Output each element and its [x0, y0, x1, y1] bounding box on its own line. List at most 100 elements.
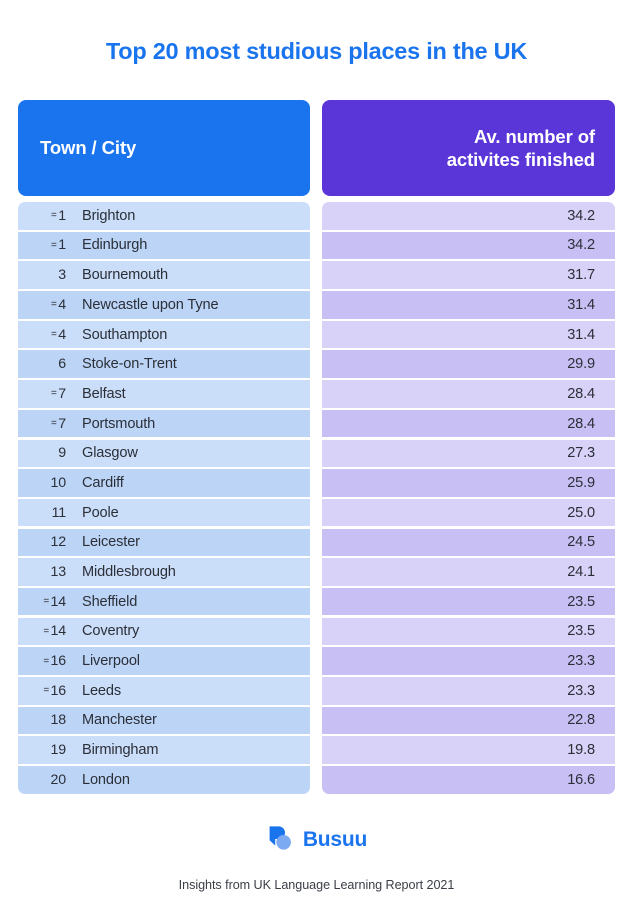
tie-marker: =	[51, 329, 57, 340]
row-town-name: London	[82, 771, 130, 788]
row-value: 25.0	[567, 504, 595, 521]
table-row: = 1 Brighton	[18, 202, 310, 230]
rank-number: 12	[50, 534, 67, 551]
row-town-name: Cardiff	[82, 474, 124, 491]
row-town-name: Leicester	[82, 534, 140, 551]
page-title: Top 20 most studious places in the UK	[105, 38, 528, 64]
rank-number: 16	[50, 653, 67, 670]
row-rank: 11	[18, 505, 74, 521]
rank-number: 11	[51, 504, 67, 521]
table-row-value: 23.3	[322, 647, 615, 675]
table-row-value: 31.7	[322, 261, 615, 289]
table-row: 3 Bournemouth	[18, 261, 310, 289]
tie-marker: =	[51, 210, 57, 222]
row-town-name: Newcastle upon Tyne	[82, 296, 219, 313]
rank-number: 19	[50, 742, 67, 759]
table-row: 11 Poole	[18, 498, 310, 527]
tie-marker: =	[51, 239, 57, 251]
rank-number: 7	[58, 385, 66, 402]
row-rank: 9	[18, 445, 74, 461]
tie-marker: =	[43, 625, 50, 637]
town-column-header: Town / City	[18, 100, 310, 196]
row-value: 22.8	[567, 712, 595, 729]
table-row-value: 25.9	[322, 469, 615, 497]
rank-number: 3	[58, 267, 66, 284]
row-value: 29.9	[567, 356, 595, 373]
row-town-name: Poole	[82, 504, 119, 521]
busuu-wordmark: Busuu	[302, 827, 368, 851]
ranking-table: Town / City = 1 Brighton = 1 Edinburgh 3 Bourne…	[18, 100, 615, 794]
rank-number: 18	[50, 712, 67, 729]
row-town-name: Middlesbrough	[82, 564, 176, 580]
row-value: 31.4	[567, 296, 595, 313]
row-town-name: Birmingham	[82, 742, 159, 759]
table-row-value: 28.4	[322, 380, 615, 408]
table-row: = 14 Coventry	[18, 617, 310, 646]
row-value: 27.3	[567, 445, 595, 462]
table-row: 19 Birmingham	[18, 736, 310, 764]
row-rank: = 14	[18, 594, 74, 610]
table-row: 18 Manchester	[18, 706, 310, 735]
infographic-page: Top 20 most studious places in the UK To…	[0, 0, 633, 913]
row-town-name: Southampton	[82, 326, 168, 343]
town-rows: = 1 Brighton = 1 Edinburgh 3 Bournemouth = 4 Newca…	[18, 202, 310, 794]
row-rank: = 4	[18, 327, 74, 343]
row-rank: 12	[18, 534, 74, 550]
row-rank: 18	[18, 712, 74, 728]
tie-marker: =	[43, 655, 50, 667]
table-row: = 7 Portsmouth	[18, 409, 310, 438]
table-row-value: 19.8	[322, 736, 615, 764]
busuu-logo: Busuu	[266, 822, 367, 854]
row-value: 34.2	[567, 237, 595, 254]
rank-number: 4	[58, 326, 66, 343]
row-town-name: Leeds	[82, 682, 122, 699]
value-column: Av. number of activites finished 34.2 34.…	[322, 100, 615, 794]
row-value: 23.5	[567, 593, 595, 610]
table-row-value: 34.2	[322, 202, 615, 230]
row-rank: = 14	[18, 623, 74, 639]
table-row: = 16 Liverpool	[18, 647, 310, 675]
table-row-value: 23.5	[322, 617, 615, 646]
row-rank: = 7	[18, 386, 74, 402]
row-value: 23.3	[567, 653, 595, 670]
row-rank: 20	[18, 772, 74, 788]
table-row-value: 31.4	[322, 291, 615, 319]
table-row: 10 Cardiff	[18, 469, 310, 497]
row-town-name: Stoke-on-Trent	[82, 356, 177, 373]
value-column-header-line2: activites finished	[446, 149, 595, 170]
table-row-value: 31.4	[322, 320, 615, 349]
table-row-value: 24.1	[322, 558, 615, 586]
table-row: 9 Glasgow	[18, 439, 310, 467]
row-rank: = 1	[18, 237, 74, 253]
rank-number: 9	[58, 445, 66, 462]
tie-marker: =	[43, 596, 50, 608]
row-rank: 10	[18, 475, 74, 491]
table-row: = 16 Leeds	[18, 677, 310, 705]
table-row: = 1 Edinburgh	[18, 231, 310, 260]
rank-number: 14	[50, 623, 67, 640]
row-town-name: Brighton	[82, 207, 136, 224]
row-town-name: Portsmouth	[82, 415, 156, 432]
rank-number: 13	[50, 564, 67, 580]
table-row-value: 23.5	[322, 587, 615, 616]
table-row-value: 34.2	[322, 231, 615, 260]
row-town-name: Edinburgh	[82, 237, 148, 254]
row-value: 28.4	[567, 415, 595, 432]
table-row-value: 16.6	[322, 766, 615, 794]
town-column-header-label: Town / City	[40, 137, 137, 158]
table-row: = 14 Sheffield	[18, 587, 310, 616]
table-row: = 4 Newcastle upon Tyne	[18, 291, 310, 319]
row-town-name: Manchester	[82, 712, 157, 729]
row-value: 34.2	[567, 207, 595, 224]
row-town-name: Glasgow	[82, 445, 138, 462]
row-rank: 13	[18, 564, 74, 580]
busuu-logo-icon	[266, 823, 296, 853]
row-town-name: Bournemouth	[82, 267, 168, 284]
row-rank: = 4	[18, 297, 74, 313]
table-row-value: 28.4	[322, 409, 615, 438]
rank-number: 16	[50, 682, 67, 699]
row-rank: 19	[18, 742, 74, 758]
table-row: 20 London	[18, 766, 310, 794]
row-value: 31.4	[567, 326, 595, 343]
table-row: = 7 Belfast	[18, 380, 310, 408]
